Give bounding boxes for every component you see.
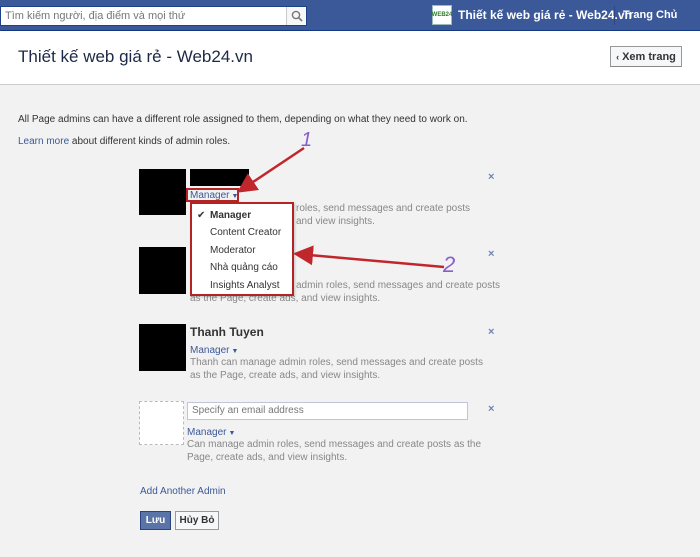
role-selector[interactable]: Manager ▼ [187,427,235,438]
role-description: Can manage admin roles, send messages an… [187,439,482,450]
role-highlight-box [186,188,239,202]
avatar [139,169,186,215]
learn-more-link[interactable]: Learn more [18,136,69,147]
role-dropdown-menu: ✔ Manager Content Creator Moderator Nhà … [190,202,294,296]
search-icon [291,10,303,22]
role-option-advertiser[interactable]: Nhà quảng cáo [210,262,278,273]
annotation-label-1: 1 [301,129,312,151]
email-field[interactable]: Specify an email address [187,402,468,420]
save-button[interactable]: Lưu [140,511,171,530]
cancel-button[interactable]: Hủy Bỏ [175,511,219,530]
view-page-label: Xem trang [622,50,676,63]
role-option-content-creator[interactable]: Content Creator [210,227,281,238]
search-box[interactable]: Tìm kiếm người, địa điểm và mọi thứ [0,6,307,26]
annotation-arrow-1 [236,146,305,193]
annotation-label-2: 2 [442,252,455,277]
search-input[interactable]: Tìm kiếm người, địa điểm và mọi thứ [5,10,185,22]
role-description: and view insights. [296,216,375,227]
page-name-link[interactable]: Thiết kế web giá rẻ - Web24.vn [458,8,632,22]
role-selector[interactable]: Manager ▼ [190,345,238,356]
intro-text: All Page admins can have a different rol… [18,114,468,125]
avatar [139,247,186,294]
top-navigation-bar: Tìm kiếm người, địa điểm và mọi thứ WEB2… [0,0,700,31]
role-option-moderator[interactable]: Moderator [210,245,256,256]
avatar [139,324,186,371]
role-description: as the Page, create ads, and view insigh… [190,370,381,381]
checkmark-icon: ✔ [197,210,206,221]
page-profile-link[interactable]: WEB24 Thiết kế web giá rẻ - Web24.vn [432,4,632,26]
role-description: Thanh can manage admin roles, send messa… [190,357,483,368]
avatar-placeholder [139,401,184,445]
home-link[interactable]: Trang Chủ [623,9,677,21]
remove-admin-button[interactable]: × [488,326,494,338]
role-description: Page, create ads, and view insights. [187,452,348,463]
role-option-insights-analyst[interactable]: Insights Analyst [210,280,279,291]
role-description: roles, send messages and create posts [296,203,470,214]
caret-down-icon: ▼ [228,430,236,437]
add-another-admin-link[interactable]: Add Another Admin [140,486,226,497]
role-label: Manager [187,427,227,438]
search-button[interactable] [286,7,306,25]
page-header: Thiết kế web giá rẻ - Web24.vn [0,31,700,85]
redacted-name [190,169,249,186]
role-label: Manager [190,345,230,356]
role-option-manager[interactable]: Manager [210,210,251,221]
remove-admin-button[interactable]: × [488,248,494,260]
page-logo: WEB24 [432,5,452,25]
role-description: admin roles, send messages and create po… [296,280,500,291]
page-title: Thiết kế web giá rẻ - Web24.vn [18,47,253,66]
annotation-arrow-2 [293,245,445,269]
remove-admin-button[interactable]: × [488,171,494,183]
view-page-button[interactable]: ‹ Xem trang [610,46,682,67]
chevron-left-icon: ‹ [616,51,620,62]
caret-down-icon: ▼ [231,348,239,355]
learn-more-text: Learn more about different kinds of admi… [18,136,230,147]
admin-name: Thanh Tuyen [190,325,264,339]
learn-more-suffix: about different kinds of admin roles. [69,136,231,147]
remove-admin-button[interactable]: × [488,403,494,415]
nav-divider [614,6,615,25]
